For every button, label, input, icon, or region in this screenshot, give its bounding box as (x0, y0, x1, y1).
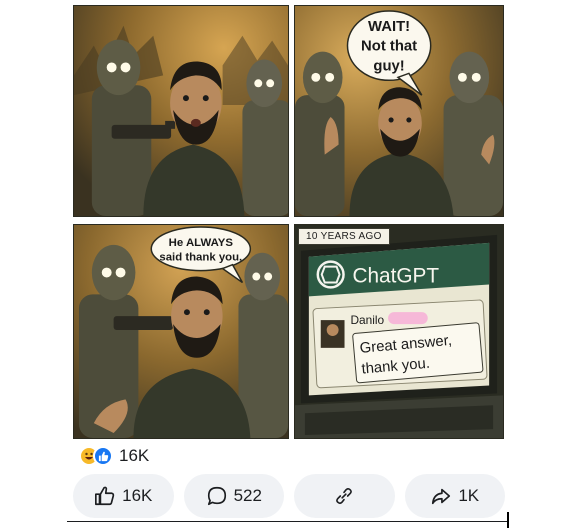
share-count: 1K (458, 486, 480, 505)
robot-right (242, 59, 288, 216)
panel-4-illustration: ChatGPT Danilo Great answer, thank you. (295, 225, 503, 438)
panel-2-illustration: WAIT! Not that guy! (295, 6, 503, 216)
comic-panel-3: He ALWAYS said thank you. (73, 224, 289, 439)
like-button[interactable]: 16K (73, 474, 174, 518)
copy-link-button[interactable] (294, 474, 395, 518)
post-page: WAIT! Not that guy! He ALWAYS said thank… (0, 0, 587, 530)
bubble-line-2: said thank you. (159, 252, 242, 264)
bubble-line-1: WAIT! (368, 19, 410, 35)
panel-3-illustration: He ALWAYS said thank you. (74, 225, 288, 438)
share-button[interactable]: 1K (404, 474, 505, 518)
share-arrow-icon (432, 488, 451, 505)
caption-box: 10 YEARS AGO (298, 228, 390, 245)
thumbs-up-icon (95, 486, 115, 506)
divider-line (67, 521, 509, 522)
panel-1-illustration (74, 6, 288, 216)
text-cursor (507, 512, 509, 528)
bubble-line-2: Not that (361, 39, 417, 55)
link-icon (336, 487, 353, 505)
like-icon (93, 446, 113, 466)
reaction-count: 16K (119, 446, 150, 465)
comment-button[interactable]: 522 (183, 474, 284, 518)
chatgpt-title: ChatGPT (352, 264, 439, 287)
redacted-name-blur (388, 312, 428, 325)
chat-message-card: Danilo Great answer, thank you. (312, 299, 488, 389)
comic-panel-4: ChatGPT Danilo Great answer, thank you. … (294, 224, 504, 439)
comment-count: 522 (233, 486, 262, 505)
chat-user-name: Danilo (350, 313, 384, 327)
like-count: 16K (122, 486, 153, 505)
comic-panel-1 (73, 5, 289, 217)
comic-panel-2: WAIT! Not that guy! (294, 5, 504, 217)
post-actions-bar: 16K 522 1K (73, 474, 505, 518)
reaction-icons (79, 446, 113, 466)
comment-icon (207, 486, 226, 506)
reactions-summary[interactable]: 16K (79, 445, 149, 467)
bubble-line-3: guy! (373, 58, 404, 74)
bubble-line-1: He ALWAYS (169, 237, 234, 249)
